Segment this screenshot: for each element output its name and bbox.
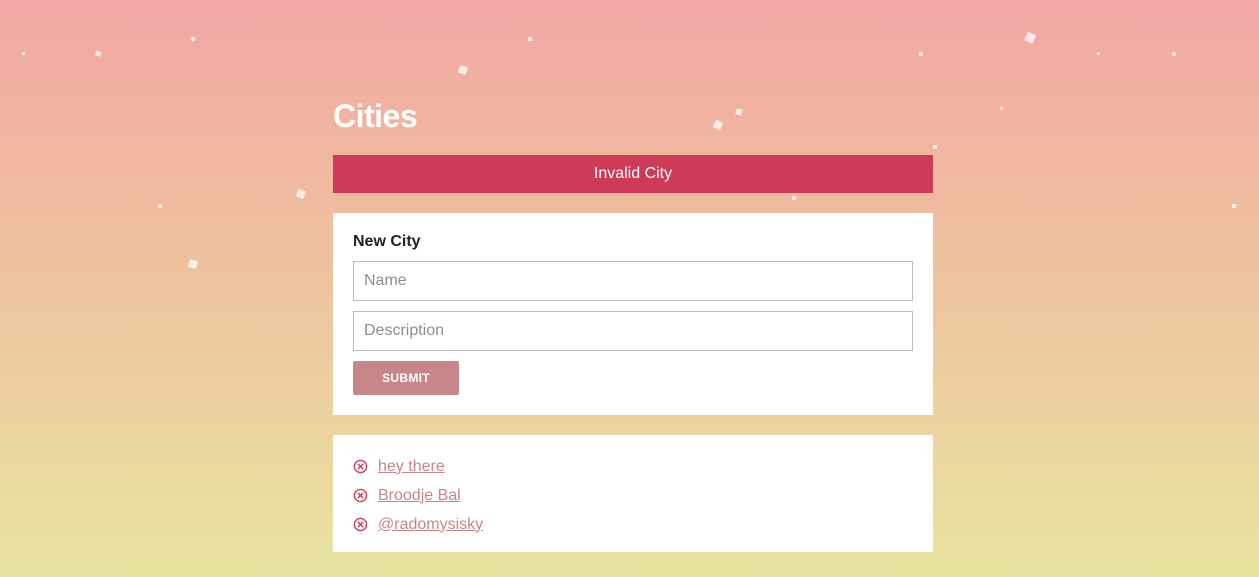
city-link[interactable]: Broodje Bal bbox=[378, 487, 461, 505]
list-item: hey there bbox=[353, 452, 913, 481]
particle bbox=[712, 119, 724, 131]
page-title: Cities bbox=[333, 98, 418, 134]
particle bbox=[528, 37, 532, 41]
particle bbox=[1097, 52, 1100, 55]
list-item: @radomysisky bbox=[353, 510, 913, 539]
submit-button[interactable]: SUBMIT bbox=[353, 361, 459, 395]
particle bbox=[22, 52, 25, 55]
particle bbox=[1232, 204, 1236, 208]
close-circle-icon[interactable] bbox=[353, 488, 368, 503]
particle bbox=[933, 145, 937, 149]
city-list-card: hey there Broodje Bal @radomysisky bbox=[333, 435, 933, 552]
city-list: hey there Broodje Bal @radomysisky bbox=[353, 452, 913, 539]
particle bbox=[735, 108, 743, 116]
description-input[interactable] bbox=[353, 311, 913, 351]
particle bbox=[1172, 52, 1176, 56]
city-link[interactable]: @radomysisky bbox=[378, 516, 483, 534]
particle bbox=[190, 36, 196, 42]
particle bbox=[188, 259, 198, 269]
particle bbox=[792, 196, 796, 200]
particle bbox=[158, 204, 162, 208]
new-city-form: New City SUBMIT bbox=[333, 213, 933, 415]
name-input[interactable] bbox=[353, 261, 913, 301]
particle bbox=[457, 64, 469, 76]
city-link[interactable]: hey there bbox=[378, 458, 445, 476]
list-item: Broodje Bal bbox=[353, 481, 913, 510]
close-circle-icon[interactable] bbox=[353, 517, 368, 532]
particle bbox=[95, 50, 102, 57]
particle bbox=[1024, 31, 1037, 44]
particle bbox=[1000, 107, 1003, 110]
particle bbox=[295, 188, 307, 200]
form-heading: New City bbox=[353, 233, 421, 250]
particle bbox=[919, 52, 923, 56]
error-banner: Invalid City bbox=[333, 155, 933, 193]
close-circle-icon[interactable] bbox=[353, 459, 368, 474]
